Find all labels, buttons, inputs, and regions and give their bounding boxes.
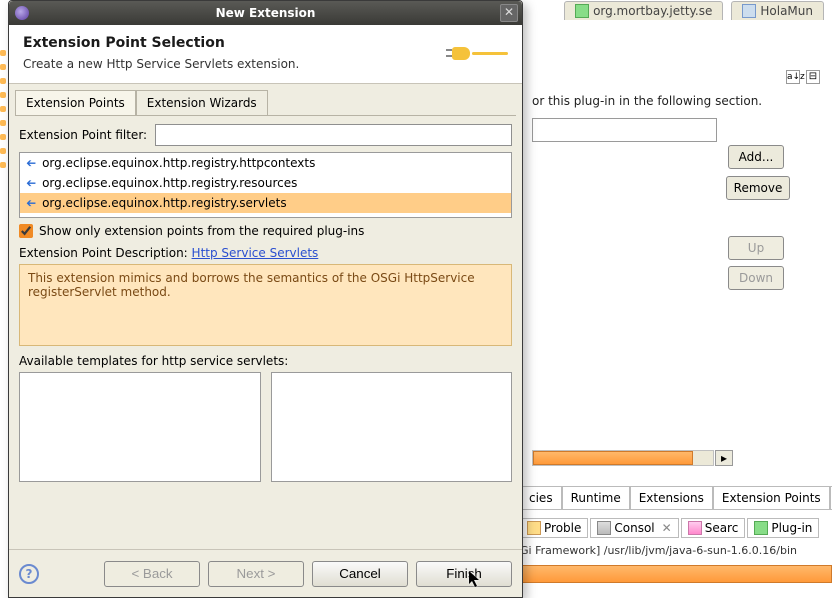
back-button: < Back: [104, 561, 200, 587]
console-scrollbar[interactable]: [520, 565, 832, 583]
tab-extension-points[interactable]: Extension Points: [15, 90, 136, 115]
view-console[interactable]: Consol ✕: [590, 518, 678, 538]
tab-extension-points[interactable]: Extension Points: [713, 487, 830, 510]
editor-tab[interactable]: HolaMun: [731, 1, 824, 20]
show-required-checkbox[interactable]: [19, 224, 33, 238]
editor-tab-label: HolaMun: [760, 4, 813, 18]
file-icon: [742, 4, 756, 18]
console-icon: [597, 521, 611, 535]
list-item[interactable]: ➔ org.eclipse.equinox.http.registry.servl…: [20, 193, 511, 213]
filter-label: Extension Point filter:: [19, 128, 147, 142]
extension-point-list[interactable]: ➔ org.eclipse.equinox.http.registry.httpc…: [19, 152, 512, 218]
collapse-all-icon[interactable]: ⊟: [806, 70, 820, 84]
close-view-icon[interactable]: ✕: [662, 521, 672, 535]
view-label: Proble: [544, 521, 581, 535]
dialog-title: New Extension: [216, 6, 316, 20]
new-extension-dialog: New Extension ✕ Extension Point Selectio…: [8, 0, 523, 598]
scrollbar-thumb[interactable]: [533, 451, 693, 465]
view-search[interactable]: Searc: [681, 518, 746, 538]
section-description: or this plug-in in the following section…: [532, 94, 762, 108]
available-templates-label: Available templates for http service ser…: [19, 354, 512, 368]
tab-extensions[interactable]: Extensions: [630, 487, 713, 510]
extension-filter-field-bg[interactable]: [532, 118, 717, 142]
extension-point-icon: ➔: [26, 196, 36, 210]
plugin-icon: [575, 4, 589, 18]
down-button: Down: [728, 266, 784, 290]
view-label: Plug-in: [771, 521, 812, 535]
list-item-label: org.eclipse.equinox.http.registry.httpco…: [42, 156, 315, 170]
editor-tab[interactable]: org.mortbay.jetty.se: [564, 1, 723, 20]
list-item-label: org.eclipse.equinox.http.registry.servle…: [42, 196, 287, 210]
tab-extension-wizards[interactable]: Extension Wizards: [136, 90, 268, 115]
extension-point-icon: ➔: [26, 176, 36, 190]
wizard-subheading: Create a new Http Service Servlets exten…: [23, 57, 299, 71]
show-required-label: Show only extension points from the requ…: [39, 224, 364, 238]
finish-button[interactable]: Finish: [416, 561, 512, 587]
tab-dependencies[interactable]: cies: [520, 487, 562, 510]
extension-point-filter-input[interactable]: [155, 124, 512, 146]
view-plugin-registry[interactable]: Plug-in: [747, 518, 819, 538]
dialog-titlebar[interactable]: New Extension ✕: [9, 1, 522, 25]
up-button: Up: [728, 236, 784, 260]
view-problems[interactable]: Proble: [520, 518, 588, 538]
cancel-button[interactable]: Cancel: [312, 561, 408, 587]
scroll-right-icon[interactable]: ▸: [715, 450, 733, 466]
extension-point-icon: ➔: [26, 156, 36, 170]
search-icon: [688, 521, 702, 535]
sort-az-icon[interactable]: a↓z: [786, 70, 800, 84]
view-label: Searc: [705, 521, 739, 535]
horizontal-scrollbar[interactable]: ▸: [532, 450, 714, 466]
template-description: [271, 372, 513, 482]
tab-runtime[interactable]: Runtime: [562, 487, 630, 510]
close-icon[interactable]: ✕: [500, 4, 518, 22]
add-button[interactable]: Add...: [728, 145, 784, 169]
description-label: Extension Point Description:: [19, 246, 192, 260]
view-label: Consol: [614, 521, 654, 535]
templates-list[interactable]: [19, 372, 261, 482]
list-item-label: org.eclipse.equinox.http.registry.resour…: [42, 176, 297, 190]
list-item[interactable]: ➔ org.eclipse.equinox.http.registry.resou…: [20, 173, 511, 193]
problems-icon: [527, 521, 541, 535]
help-icon[interactable]: ?: [19, 564, 39, 584]
plugin-icon: [754, 521, 768, 535]
description-link[interactable]: Http Service Servlets: [192, 246, 319, 260]
editor-tab-label: org.mortbay.jetty.se: [593, 4, 712, 18]
next-button: Next >: [208, 561, 304, 587]
eclipse-icon: [15, 6, 29, 20]
description-text: This extension mimics and borrows the se…: [19, 264, 512, 346]
remove-button[interactable]: Remove: [726, 176, 790, 200]
wizard-heading: Extension Point Selection: [23, 35, 299, 51]
console-output-line: Gi Framework] /usr/lib/jvm/java-6-sun-1.…: [520, 544, 832, 557]
plug-icon: [452, 45, 508, 61]
list-item[interactable]: ➔ org.eclipse.equinox.http.registry.httpc…: [20, 153, 511, 173]
